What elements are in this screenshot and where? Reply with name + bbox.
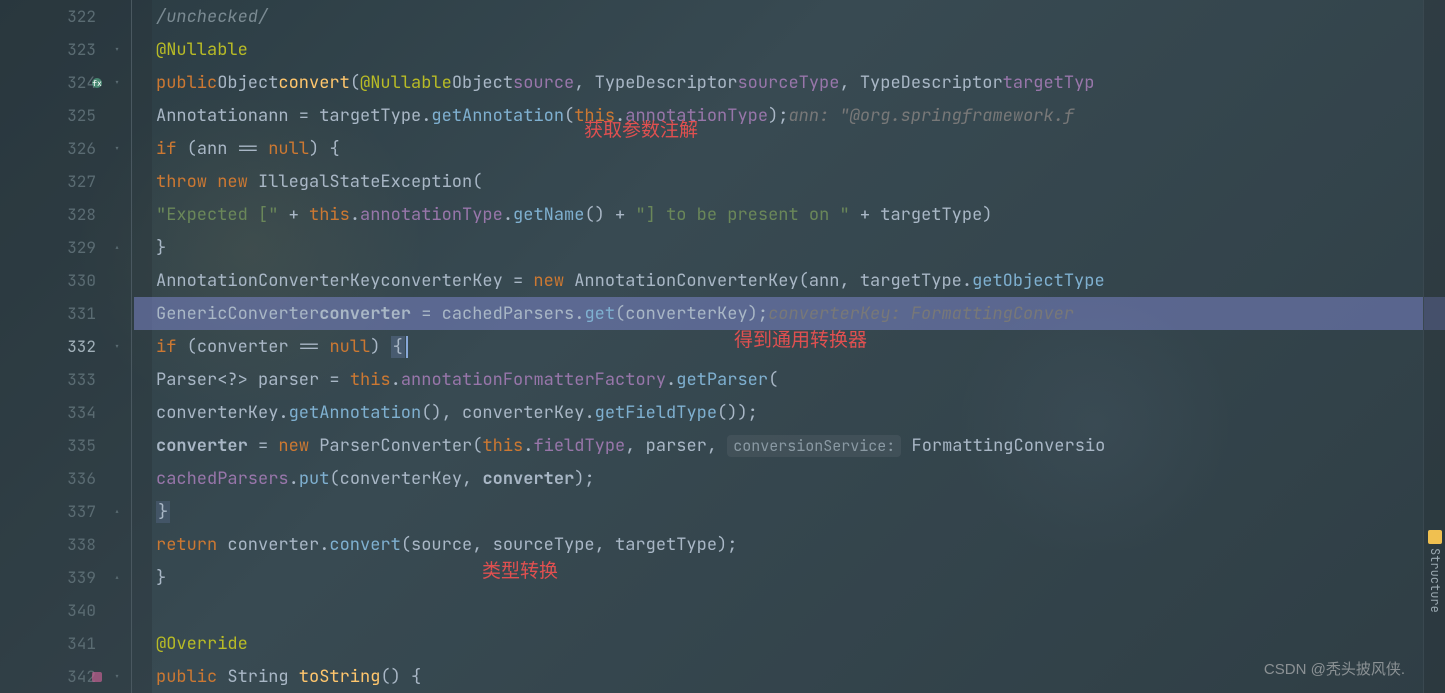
fold-icon[interactable]: ▴: [110, 241, 124, 255]
annotation-label: 得到通用转换器: [734, 325, 867, 352]
code-line: }: [152, 495, 1445, 528]
code-line: public String toString() {: [152, 660, 1445, 693]
code-line: @Override: [152, 627, 1445, 660]
code-line: Parser<?> parser = this.annotationFormat…: [152, 363, 1445, 396]
fold-icon[interactable]: ▾: [110, 43, 124, 57]
watermark: CSDN @秃头披风侠.: [1264, 658, 1405, 679]
line-number: 322: [67, 6, 96, 27]
fold-icon[interactable]: ▴: [110, 571, 124, 585]
code-line: throw new IllegalStateException(: [152, 165, 1445, 198]
code-line: }: [152, 561, 1445, 594]
code-line: }: [152, 231, 1445, 264]
fold-icon[interactable]: ▾: [110, 340, 124, 354]
override-icon[interactable]: fx: [90, 76, 104, 90]
code-line: return converter.convert(source, sourceT…: [152, 528, 1445, 561]
fold-icon[interactable]: ▾: [110, 76, 124, 90]
fold-icon[interactable]: ▴: [110, 505, 124, 519]
code-line: @Nullable: [152, 33, 1445, 66]
svg-text:fx: fx: [92, 79, 102, 89]
right-sidebar: Structure: [1423, 0, 1445, 693]
code-line: public Object convert(@Nullable Object s…: [152, 66, 1445, 99]
structure-tab[interactable]: Structure: [1427, 530, 1443, 613]
code-line: [152, 594, 1445, 627]
annotation-label: 获取参数注解: [584, 115, 698, 142]
fold-icon[interactable]: ▾: [110, 670, 124, 684]
code-line: "Expected [" + this.annotationType.getNa…: [152, 198, 1445, 231]
code-line: Annotation ann = targetType.getAnnotatio…: [152, 99, 1445, 132]
code-content[interactable]: /unchecked/ @Nullable public Object conv…: [152, 0, 1445, 693]
fold-icon[interactable]: ▾: [110, 142, 124, 156]
code-line: cachedParsers.put(converterKey, converte…: [152, 462, 1445, 495]
structure-icon: [1428, 530, 1442, 544]
code-line: /unchecked/: [152, 0, 1445, 33]
gutter: 322 323▾ 324 fx ▾ 325 326▾ 327 328 329▴ …: [0, 0, 152, 693]
code-line: converter = new ParserConverter(this.fie…: [152, 429, 1445, 462]
code-line: converterKey.getAnnotation(), converterK…: [152, 396, 1445, 429]
override-icon[interactable]: [90, 670, 104, 684]
code-editor[interactable]: 322 323▾ 324 fx ▾ 325 326▾ 327 328 329▴ …: [0, 0, 1445, 693]
annotation-label: 类型转换: [482, 556, 558, 583]
code-line: AnnotationConverterKey converterKey = ne…: [152, 264, 1445, 297]
code-line: if (ann == null) {: [152, 132, 1445, 165]
text-caret: [406, 336, 408, 358]
